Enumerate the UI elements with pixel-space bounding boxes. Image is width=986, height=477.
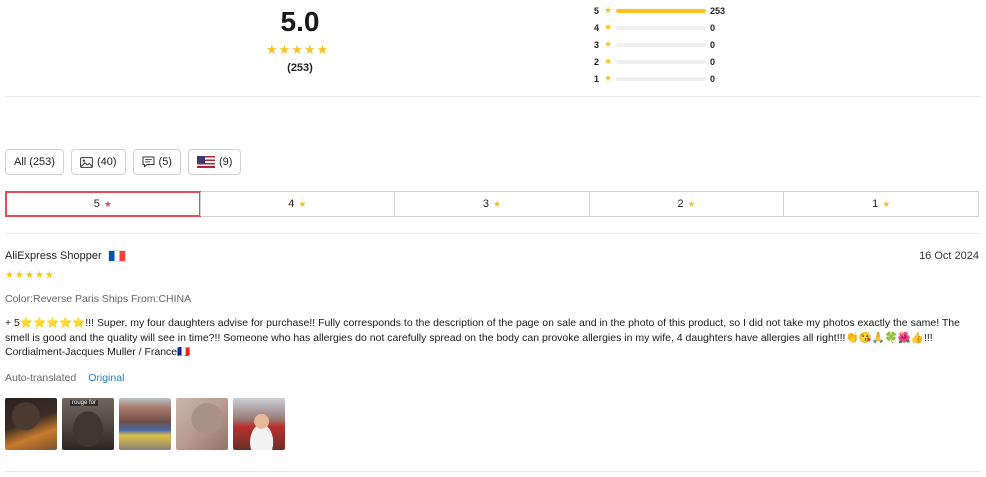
distribution-row: 4 ★ 0 [594,19,725,36]
distribution-row: 2 ★ 0 [594,53,725,70]
filter-country-button[interactable]: (9) [187,149,242,175]
distribution-count: 253 [710,5,726,16]
tab-label: 1 [872,198,879,210]
review-photo[interactable] [119,398,171,450]
rating-summary: 5.0 ★ ★ ★ ★ ★ (253) 5 ★ 253 4 ★ 0 3 ★ 0 … [0,0,986,96]
divider [5,233,980,234]
tab-1-star[interactable]: 1 ★ [783,192,978,216]
star-icon: ★ [34,270,44,281]
tab-5-stars[interactable]: 5 ★ [5,191,201,217]
comment-icon [142,156,155,168]
star-icon: ★ [316,42,329,57]
review-photo[interactable] [233,398,285,450]
reviewer-info: AliExpress Shopper [5,250,126,262]
tab-label: 4 [288,198,295,210]
star-icon: ★ [604,22,613,32]
distribution-stars: 4 [594,22,600,33]
photo-caption: rouge for [70,400,99,406]
tab-label: 5 [93,198,100,210]
star-icon: ★ [493,198,502,209]
filter-comments-count: (5) [158,156,172,168]
distribution-stars: 1 [594,73,600,84]
star-icon: ★ [14,270,24,281]
rating-distribution: 5 ★ 253 4 ★ 0 3 ★ 0 2 ★ 0 1 ★ 0 [594,2,725,87]
star-icon: ★ [24,270,34,281]
star-icon: ★ [604,56,613,66]
star-filter-tabs: 5 ★ 4 ★ 3 ★ 2 ★ 1 ★ [5,191,979,217]
review-rating: ★ ★ ★ ★ ★ [5,271,54,281]
distribution-row: 5 ★ 253 [594,2,725,19]
star-icon: ★ [291,42,303,57]
image-icon [80,156,93,168]
star-icon: ★ [604,39,613,49]
distribution-row: 1 ★ 0 [594,70,725,87]
tab-label: 2 [677,198,684,210]
distribution-stars: 2 [594,56,600,67]
review-body: + 5⭐⭐⭐⭐⭐!!! Super, my four daughters adv… [5,317,960,358]
distribution-stars: 5 [594,5,600,16]
distribution-bar [616,76,706,81]
distribution-bar [616,8,706,13]
star-icon: ★ [604,5,613,15]
review-variant: Color:Reverse Paris Ships From:CHINA [5,293,192,305]
distribution-row: 3 ★ 0 [594,36,725,53]
distribution-count: 0 [710,73,716,84]
star-icon: ★ [687,198,696,209]
filter-comments-button[interactable]: (5) [132,149,181,175]
distribution-stars: 3 [594,39,600,50]
review-date: 16 Oct 2024 [919,250,979,262]
star-icon: ★ [5,270,14,281]
star-icon: ★ [266,42,278,57]
filter-country-count: (9) [218,156,233,168]
filter-all-label: All (253) [14,156,55,168]
average-score: 5.0 [280,6,320,37]
review-photo[interactable] [176,398,228,450]
review-filters: All (253) (40) (5) (9) [5,149,242,175]
translation-info: Auto-translated Original [5,372,124,384]
fr-flag-icon [107,250,126,262]
divider [5,471,980,472]
distribution-bar [616,25,706,30]
star-icon: ★ [298,198,307,209]
star-icon: ★ [278,42,291,57]
filter-photos-button[interactable]: (40) [70,149,126,175]
average-stars: ★ ★ ★ ★ ★ [266,43,328,56]
filter-all-button[interactable]: All (253) [5,149,64,175]
star-icon: ★ [103,198,112,209]
star-icon: ★ [882,198,891,209]
distribution-count: 0 [710,22,716,33]
filter-photos-count: (40) [96,156,117,168]
distribution-bar-fill [616,8,706,13]
review-photo[interactable]: rouge for [62,398,114,450]
divider [5,96,980,97]
distribution-count: 0 [710,39,716,50]
reviewer-name: AliExpress Shopper [5,250,102,262]
distribution-count: 0 [710,56,716,67]
review-count: (253) [287,62,313,74]
tab-4-stars[interactable]: 4 ★ [199,192,395,216]
tab-2-stars[interactable]: 2 ★ [588,192,784,216]
star-icon: ★ [604,73,613,83]
tab-label: 3 [482,198,489,210]
show-original-link[interactable]: Original [88,372,124,384]
distribution-bar [616,59,706,64]
auto-translated-label: Auto-translated [5,372,77,384]
star-icon: ★ [44,270,54,281]
distribution-bar [616,42,706,47]
tab-3-stars[interactable]: 3 ★ [394,192,589,216]
star-icon: ★ [303,42,316,57]
us-flag-icon [196,156,215,168]
review-photo[interactable] [5,398,57,450]
review-photos: rouge for [5,398,285,450]
